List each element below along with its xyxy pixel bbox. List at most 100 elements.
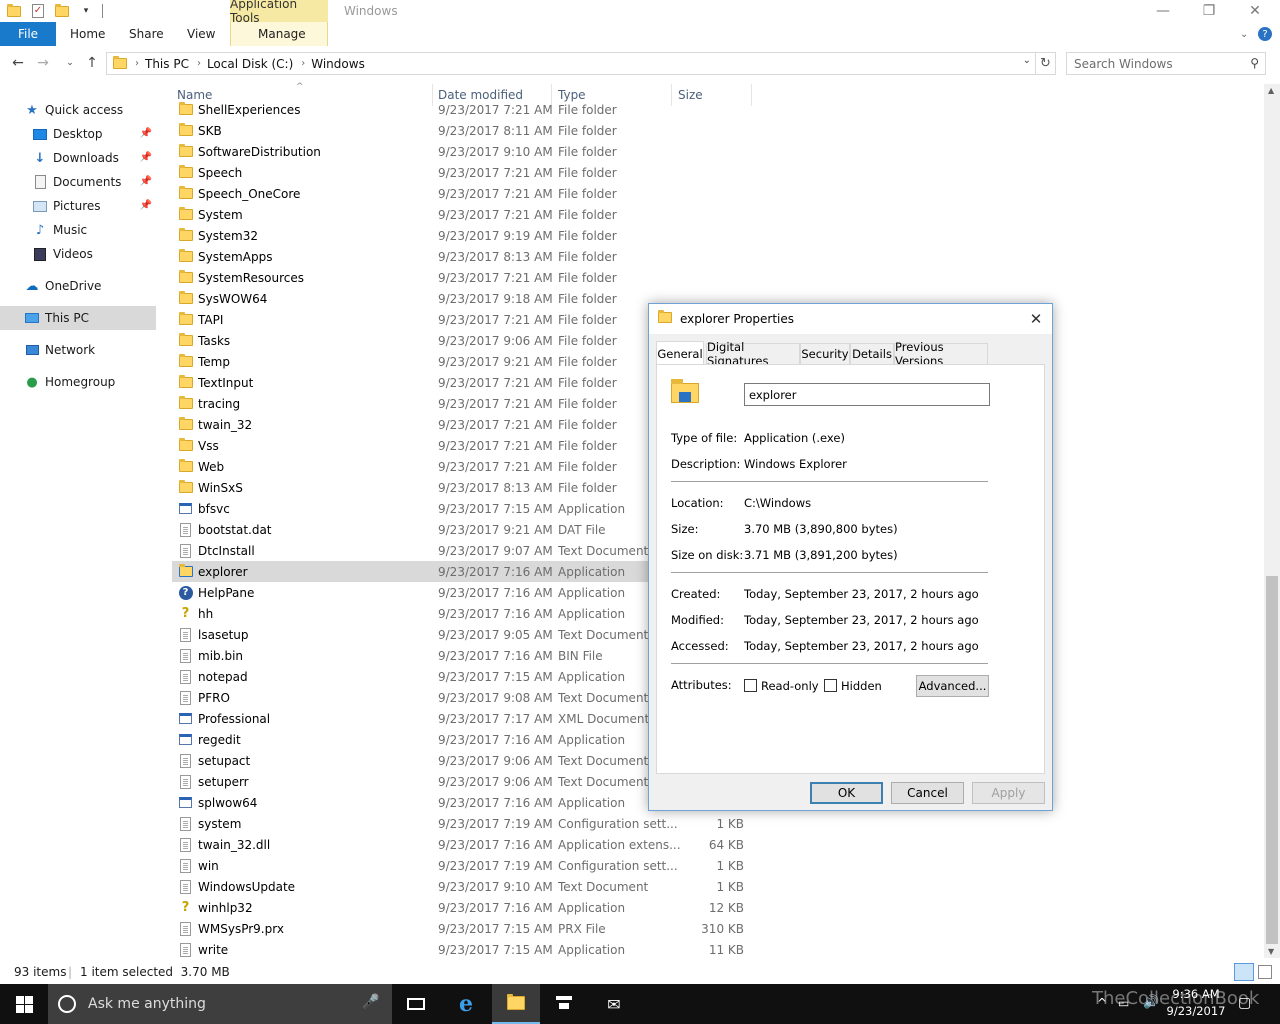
file-explorer-taskbar-icon[interactable] [492,984,540,1024]
dialog-close-button[interactable]: ✕ [1026,309,1046,329]
customize-qat-icon[interactable]: ▾ [78,3,94,19]
table-row[interactable]: System 9/23/2017 7:21 AM File folder [172,204,752,225]
clock-time[interactable]: 9:36 AM [1170,987,1222,1001]
search-input[interactable]: Search Windows ⚲ [1066,52,1266,75]
action-center-icon[interactable]: ▢ [1238,995,1251,1011]
file-size: 310 KB [701,921,744,936]
microphone-icon[interactable]: 🎤 [362,994,379,1010]
apply-button[interactable]: Apply [972,782,1045,804]
restore-button[interactable]: ❐ [1186,0,1232,22]
chevron-down-icon[interactable]: ⌄ [1023,55,1031,66]
tab-details[interactable]: Details [850,343,894,365]
nav-network[interactable]: Network [0,338,156,362]
tab-manage[interactable]: Manage [258,22,306,46]
scrollbar-thumb[interactable] [1266,576,1278,944]
table-row[interactable]: SoftwareDistribution 9/23/2017 9:10 AM Fil… [172,141,752,162]
nav-desktop[interactable]: Desktop 📌 [0,122,156,146]
table-row[interactable]: SystemApps 9/23/2017 8:13 AM File folder [172,246,752,267]
nav-onedrive[interactable]: ☁ OneDrive [0,274,156,298]
breadcrumb-windows[interactable]: Windows [311,57,365,71]
close-button[interactable]: ✕ [1232,0,1278,22]
volume-icon[interactable]: 🔊 [1143,995,1159,1010]
explorer-icon [671,379,701,405]
pin-icon[interactable]: 📌 [140,176,152,187]
tab-general[interactable]: General [656,341,704,366]
readonly-checkbox[interactable] [744,679,757,692]
cancel-button[interactable]: Cancel [891,782,964,804]
help-icon[interactable]: ? [1258,27,1272,41]
cortana-search-box[interactable]: Ask me anything 🎤 [48,984,392,1024]
network-tray-icon[interactable]: ▭ [1118,996,1129,1010]
tab-previous-versions[interactable]: Previous Versions [894,340,988,368]
address-bar[interactable]: › This PC › Local Disk (C:) › Windows ⌄ [106,52,1036,75]
table-row[interactable]: SKB 9/23/2017 8:11 AM File folder [172,120,752,141]
table-row[interactable]: Speech 9/23/2017 7:21 AM File folder [172,162,752,183]
nav-downloads[interactable]: ↓ Downloads 📌 [0,146,156,170]
hidden-label[interactable]: Hidden [841,679,882,693]
tab-share[interactable]: Share [129,22,164,46]
folder-icon[interactable] [6,3,22,19]
breadcrumb-local-disk[interactable]: Local Disk (C:) [207,57,293,71]
forward-button[interactable]: → [33,53,53,73]
readonly-label[interactable]: Read-only [761,679,819,693]
table-row[interactable]: SystemResources 9/23/2017 7:21 AM File fol… [172,267,752,288]
recent-locations-button[interactable]: ⌄ [60,53,80,73]
tab-home[interactable]: Home [70,22,105,46]
advanced-button[interactable]: Advanced... [916,675,989,697]
tab-digital-signatures[interactable]: Digital Signatures [706,340,800,368]
nav-videos[interactable]: Videos [0,242,156,266]
table-row[interactable]: Speech_OneCore 9/23/2017 7:21 AM File fold… [172,183,752,204]
chevron-right-icon[interactable]: › [135,58,139,69]
table-row[interactable]: win 9/23/2017 7:19 AM Configuration sett..… [172,855,752,876]
start-button[interactable] [0,984,48,1024]
chevron-right-icon[interactable]: › [301,58,305,69]
table-row[interactable]: ? winhlp32 9/23/2017 7:16 AM Application 12 … [172,897,752,918]
nav-music[interactable]: ♪ Music [0,218,156,242]
network-icon [24,342,40,358]
table-row[interactable]: WindowsUpdate 9/23/2017 9:10 AM Text Docum… [172,876,752,897]
tab-security[interactable]: Security [800,343,850,365]
new-folder-icon[interactable] [54,3,70,19]
properties-icon[interactable]: ✓ [30,3,46,19]
table-row[interactable]: System32 9/23/2017 9:19 AM File folder [172,225,752,246]
file-type: File folder [558,123,617,138]
file-name-field[interactable]: explorer [744,383,990,406]
scroll-down-icon[interactable]: ▼ [1268,947,1274,956]
store-icon[interactable] [540,984,588,1024]
task-view-button[interactable] [392,984,440,1024]
nav-pictures[interactable]: Pictures 📌 [0,194,156,218]
chevron-right-icon[interactable]: › [197,58,201,69]
file-name: WinSxS [198,480,243,495]
pin-icon[interactable]: 📌 [140,152,152,163]
pin-icon[interactable]: 📌 [140,200,152,211]
table-row[interactable]: WMSysPr9.prx 9/23/2017 7:15 AM PRX File 310… [172,918,752,939]
mail-icon[interactable]: ✉ [590,984,638,1024]
expand-ribbon-icon[interactable]: ⌄ [1240,22,1248,46]
clock-date[interactable]: 9/23/2017 [1166,1004,1226,1018]
refresh-button[interactable]: ↻ [1036,52,1056,75]
tray-chevron-icon[interactable]: ^ [1097,996,1107,1010]
minimize-button[interactable]: — [1140,0,1186,22]
nav-documents[interactable]: Documents 📌 [0,170,156,194]
up-button[interactable]: ↑ [82,53,102,73]
nav-quick-access[interactable]: ★ Quick access [0,98,156,122]
hidden-checkbox[interactable] [824,679,837,692]
file-date: 9/23/2017 7:21 AM [438,165,553,180]
nav-homegroup[interactable]: ● Homegroup [0,370,156,394]
table-row[interactable]: ShellExperiences 9/23/2017 7:21 AM File fo… [172,99,752,120]
details-view-button[interactable] [1234,963,1254,981]
nav-this-pc[interactable]: This PC [0,306,156,330]
breadcrumb-this-pc[interactable]: This PC [145,57,189,71]
large-icons-view-button[interactable] [1258,965,1272,979]
back-button[interactable]: ← [8,53,28,73]
table-row[interactable]: system 9/23/2017 7:19 AM Configuration set… [172,813,752,834]
table-row[interactable]: twain_32.dll 9/23/2017 7:16 AM Application… [172,834,752,855]
pin-icon[interactable]: 📌 [140,128,152,139]
tab-view[interactable]: View [187,22,215,46]
file-tab[interactable]: File [0,22,56,46]
file-name: System [198,207,243,222]
ok-button[interactable]: OK [810,782,883,804]
scroll-up-icon[interactable]: ▲ [1268,86,1274,95]
table-row[interactable]: write 9/23/2017 7:15 AM Application 11 KB [172,939,752,960]
edge-browser-icon[interactable]: e [442,984,490,1024]
